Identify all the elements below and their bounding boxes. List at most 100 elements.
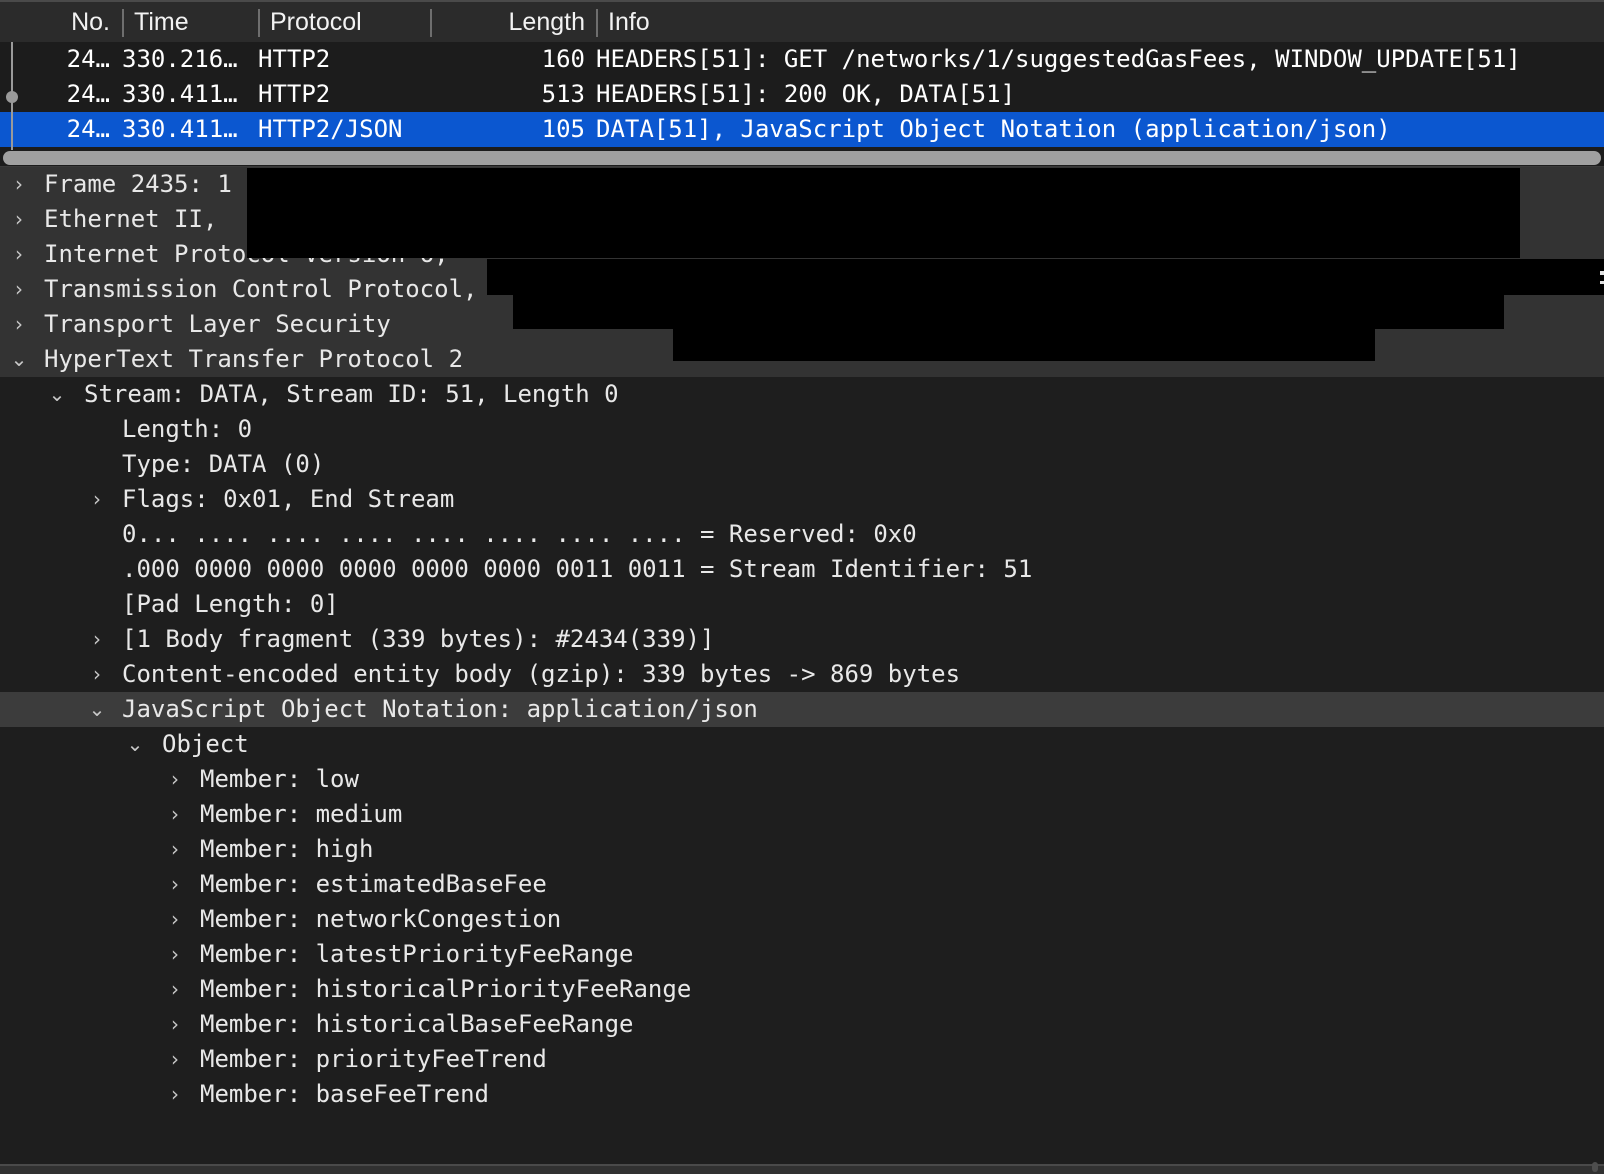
scrollbar-thumb[interactable] [3, 151, 1601, 165]
packet-relation-dot [6, 91, 18, 103]
column-header-protocol[interactable]: Protocol [258, 2, 438, 42]
redaction-box [247, 168, 1520, 258]
protocol-tree-label: JavaScript Object Notation: application/… [122, 692, 758, 727]
render-artifact [1600, 271, 1604, 275]
packet-row[interactable]: 24… 330.216… HTTP2 160 HEADERS[51]: GET … [0, 42, 1604, 77]
protocol-tree-label: [Pad Length: 0] [122, 587, 339, 622]
chevron-right-icon[interactable]: › [8, 237, 30, 272]
packet-cell-no: 24… [0, 42, 110, 77]
packet-list-pane[interactable]: No. Time Protocol Length Info 24… 330.21… [0, 0, 1604, 166]
render-artifact [1600, 281, 1604, 284]
protocol-tree-label: Frame 2435: 1 [44, 167, 232, 202]
protocol-tree-row[interactable]: › Member: estimatedBaseFee [0, 867, 1604, 902]
packet-list-header[interactable]: No. Time Protocol Length Info [0, 0, 1604, 42]
protocol-tree-row[interactable]: › Member: historicalBaseFeeRange [0, 1007, 1604, 1042]
protocol-tree-label: Member: latestPriorityFeeRange [200, 937, 633, 972]
protocol-tree-label: Stream: DATA, Stream ID: 51, Length 0 [84, 377, 619, 412]
protocol-tree-row[interactable]: 0... .... .... .... .... .... .... .... … [0, 517, 1604, 552]
protocol-tree-row[interactable]: Type: DATA (0) [0, 447, 1604, 482]
chevron-right-icon[interactable]: › [86, 622, 108, 657]
chevron-down-icon[interactable]: ⌄ [124, 727, 146, 762]
protocol-tree-label: Transmission Control Protocol, [44, 272, 477, 307]
chevron-down-icon[interactable]: ⌄ [46, 377, 68, 412]
protocol-tree-label: 0... .... .... .... .... .... .... .... … [122, 517, 917, 552]
column-header-time[interactable]: Time [122, 2, 252, 42]
column-header-no[interactable]: No. [0, 2, 110, 42]
chevron-right-icon[interactable]: › [164, 1007, 186, 1042]
redaction-box [513, 295, 1504, 329]
chevron-right-icon[interactable]: › [164, 1042, 186, 1077]
packet-row-selected[interactable]: 24… 330.411… HTTP2/JSON 105 DATA[51], Ja… [0, 112, 1604, 147]
protocol-tree-label: HyperText Transfer Protocol 2 [44, 342, 463, 377]
protocol-tree-label: Member: historicalBaseFeeRange [200, 1007, 633, 1042]
protocol-tree-row[interactable]: › Content-encoded entity body (gzip): 339… [0, 657, 1604, 692]
packet-cell-time: 330.411… [122, 77, 252, 112]
protocol-tree-row[interactable]: ⌄ Stream: DATA, Stream ID: 51, Length 0 [0, 377, 1604, 412]
protocol-tree-label: Content-encoded entity body (gzip): 339 … [122, 657, 960, 692]
protocol-tree-row[interactable]: Length: 0 [0, 412, 1604, 447]
protocol-tree-label: [1 Body fragment (339 bytes): #2434(339)… [122, 622, 714, 657]
packet-cell-protocol: HTTP2 [258, 77, 438, 112]
packet-list-horizontal-scrollbar[interactable] [0, 150, 1604, 166]
chevron-right-icon[interactable]: › [164, 867, 186, 902]
column-header-length[interactable]: Length [430, 2, 585, 42]
chevron-right-icon[interactable]: › [164, 902, 186, 937]
packet-cell-time: 330.411… [122, 112, 252, 147]
protocol-tree-label: Transport Layer Security [44, 307, 391, 342]
packet-cell-length: 105 [430, 112, 585, 147]
protocol-tree-row[interactable]: › Member: latestPriorityFeeRange [0, 937, 1604, 972]
protocol-tree-label: Member: priorityFeeTrend [200, 1042, 547, 1077]
chevron-right-icon[interactable]: › [86, 657, 108, 692]
protocol-tree-label: Flags: 0x01, End Stream [122, 482, 454, 517]
protocol-tree-row[interactable]: › Member: networkCongestion [0, 902, 1604, 937]
protocol-tree-label: Length: 0 [122, 412, 252, 447]
column-header-info[interactable]: Info [596, 2, 1604, 42]
protocol-tree-row[interactable]: › Member: high [0, 832, 1604, 867]
chevron-right-icon[interactable]: › [164, 937, 186, 972]
chevron-down-icon[interactable]: ⌄ [86, 692, 108, 727]
chevron-right-icon[interactable]: › [8, 167, 30, 202]
packet-cell-info: DATA[51], JavaScript Object Notation (ap… [596, 112, 1604, 147]
protocol-tree-row[interactable]: › Member: low [0, 762, 1604, 797]
packet-cell-length: 513 [430, 77, 585, 112]
redaction-box [487, 259, 1604, 295]
protocol-tree-row[interactable]: ›Member: baseFeeTrend [0, 1077, 1604, 1112]
protocol-tree-label: Member: estimatedBaseFee [200, 867, 547, 902]
protocol-tree-row[interactable]: ⌄ Object [0, 727, 1604, 762]
packet-cell-protocol: HTTP2/JSON [258, 112, 438, 147]
vertical-scrollbar-thumb[interactable] [1592, 1162, 1598, 1172]
packet-cell-no: 24… [0, 112, 110, 147]
chevron-right-icon[interactable]: › [8, 272, 30, 307]
chevron-right-icon[interactable]: › [86, 482, 108, 517]
protocol-tree-label: Member: high [200, 832, 373, 867]
chevron-down-icon[interactable]: ⌄ [8, 342, 30, 377]
pane-bottom-edge [0, 1166, 1604, 1174]
protocol-tree-label: Member: historicalPriorityFeeRange [200, 972, 691, 1007]
pane-bottom-divider [0, 1164, 1604, 1166]
chevron-right-icon[interactable]: › [164, 832, 186, 867]
protocol-tree-row[interactable]: › Member: medium [0, 797, 1604, 832]
protocol-tree-row[interactable]: › Member: priorityFeeTrend [0, 1042, 1604, 1077]
packet-row[interactable]: 24… 330.411… HTTP2 513 HEADERS[51]: 200 … [0, 77, 1604, 112]
protocol-tree-label: Member: networkCongestion [200, 902, 561, 937]
protocol-tree-label: Object [162, 727, 249, 762]
chevron-right-icon[interactable]: › [8, 307, 30, 342]
protocol-tree-label: .000 0000 0000 0000 0000 0000 0011 0011 … [122, 552, 1032, 587]
chevron-right-icon[interactable]: › [164, 762, 186, 797]
protocol-tree-label: Member: medium [200, 797, 402, 832]
protocol-tree-label: Type: DATA (0) [122, 447, 324, 482]
chevron-right-icon[interactable]: › [164, 972, 186, 1007]
packet-list-rows: 24… 330.216… HTTP2 160 HEADERS[51]: GET … [0, 42, 1604, 150]
protocol-tree-row[interactable]: › [1 Body fragment (339 bytes): #2434(339… [0, 622, 1604, 657]
chevron-right-icon[interactable]: › [164, 1077, 186, 1112]
chevron-right-icon[interactable]: › [164, 797, 186, 832]
protocol-tree-row[interactable]: › Flags: 0x01, End Stream [0, 482, 1604, 517]
protocol-tree-label: Member: low [200, 762, 359, 797]
protocol-tree-row[interactable]: [Pad Length: 0] [0, 587, 1604, 622]
protocol-tree-row[interactable]: › Member: historicalPriorityFeeRange [0, 972, 1604, 1007]
chevron-right-icon[interactable]: › [8, 202, 30, 237]
protocol-tree-row[interactable]: ⌄ JavaScript Object Notation: application… [0, 692, 1604, 727]
packet-cell-time: 330.216… [122, 42, 252, 77]
protocol-tree-row[interactable]: .000 0000 0000 0000 0000 0000 0011 0011 … [0, 552, 1604, 587]
packet-cell-info: HEADERS[51]: 200 OK, DATA[51] [596, 77, 1604, 112]
